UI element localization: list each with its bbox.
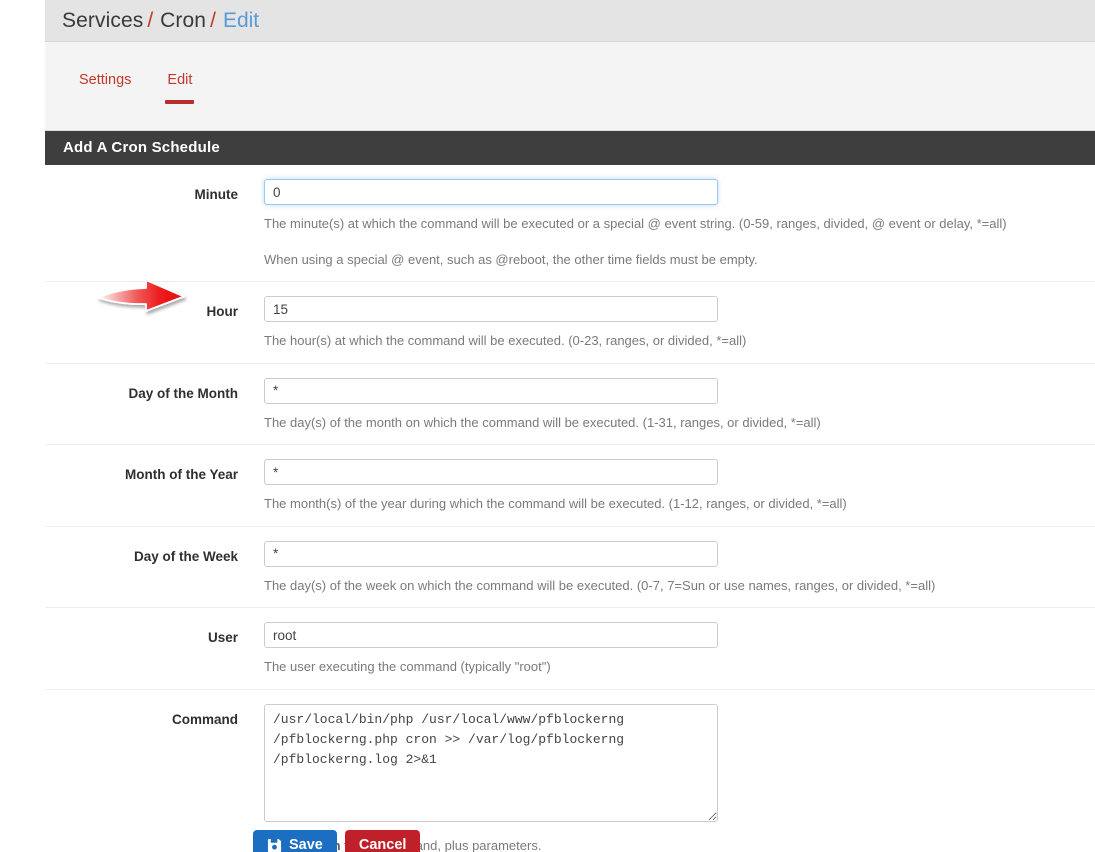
breadcrumb-separator-2: / <box>210 8 216 32</box>
label-day-of-week: Day of the Week <box>133 548 238 564</box>
tab-edit[interactable]: Edit <box>149 64 210 104</box>
floppy-save-icon <box>267 838 282 852</box>
cancel-button[interactable]: Cancel <box>344 830 421 852</box>
label-user: User <box>207 630 238 645</box>
field-minute: The minute(s) at which the command will … <box>264 179 1095 269</box>
label-minute: Minute <box>194 187 239 202</box>
help-minute-2: When using a special @ event, such as @r… <box>264 251 758 267</box>
field-hour: The hour(s) at which the command will be… <box>264 296 1095 351</box>
help-user: The user executing the command (typicall… <box>264 659 551 674</box>
field-day-of-week: The day(s) of the week on which the comm… <box>264 540 1095 596</box>
minute-input[interactable] <box>264 179 718 205</box>
user-input[interactable] <box>264 622 718 648</box>
month-of-year-input[interactable] <box>264 459 718 485</box>
breadcrumb-separator: / <box>147 8 154 32</box>
breadcrumb: Services / Cron / Edit <box>45 0 1095 42</box>
tab-settings-label: Settings <box>79 72 132 88</box>
day-of-month-input[interactable] <box>264 377 718 404</box>
label-month-of-year: Month of the Year <box>124 467 238 482</box>
save-button-label: Save <box>289 837 323 852</box>
tab-edit-label: Edit <box>167 72 193 88</box>
field-row-hour: Hour The hour(s) at which the command wi… <box>45 282 1095 364</box>
label-day-of-month: Day of the Month <box>128 385 239 401</box>
tab-active-underline <box>165 100 195 104</box>
help-minute: The minute(s) at which the command will … <box>264 216 1007 231</box>
save-button[interactable]: Save <box>253 830 337 852</box>
breadcrumb-services[interactable]: Services <box>62 9 143 33</box>
tab-bar: Settings Edit <box>45 64 210 112</box>
cron-schedule-panel: Add A Cron Schedule Minute The minute(s)… <box>45 130 1095 852</box>
field-day-of-month: The day(s) of the month on which the com… <box>264 377 1095 433</box>
field-row-user: User The user executing the command (typ… <box>45 608 1095 690</box>
field-row-day-of-week: Day of the Week The day(s) of the week o… <box>45 527 1095 608</box>
help-day-of-week: The day(s) of the week on which the comm… <box>264 577 936 593</box>
day-of-week-input[interactable] <box>264 540 718 567</box>
form-actions: Save Cancel <box>45 792 1095 852</box>
hour-input[interactable] <box>264 296 718 322</box>
label-hour: Hour <box>206 304 239 319</box>
field-row-month-of-year: Month of the Year The month(s) of the ye… <box>45 445 1095 527</box>
panel-title: Add A Cron Schedule <box>45 131 1095 165</box>
cancel-button-label: Cancel <box>358 837 407 852</box>
help-month-of-year: The month(s) of the year during which th… <box>264 496 847 511</box>
field-user: The user executing the command (typicall… <box>264 622 1095 677</box>
content-area: Settings Edit Add A Cron Schedule Minute… <box>45 42 1095 852</box>
panel-body: Minute The minute(s) at which the comman… <box>45 165 1095 852</box>
breadcrumb-edit[interactable]: Edit <box>223 9 259 33</box>
page-root: Services / Cron / Edit Settings Edit Add… <box>0 0 1095 852</box>
help-hour: The hour(s) at which the command will be… <box>264 333 747 348</box>
help-day-of-month: The day(s) of the month on which the com… <box>264 414 821 430</box>
tab-underline <box>77 100 133 104</box>
field-row-minute: Minute The minute(s) at which the comman… <box>45 165 1095 282</box>
field-row-day-of-month: Day of the Month The day(s) of the month… <box>45 364 1095 445</box>
breadcrumb-cron[interactable]: Cron <box>160 9 206 33</box>
field-month-of-year: The month(s) of the year during which th… <box>264 459 1095 514</box>
tab-settings[interactable]: Settings <box>61 64 149 88</box>
